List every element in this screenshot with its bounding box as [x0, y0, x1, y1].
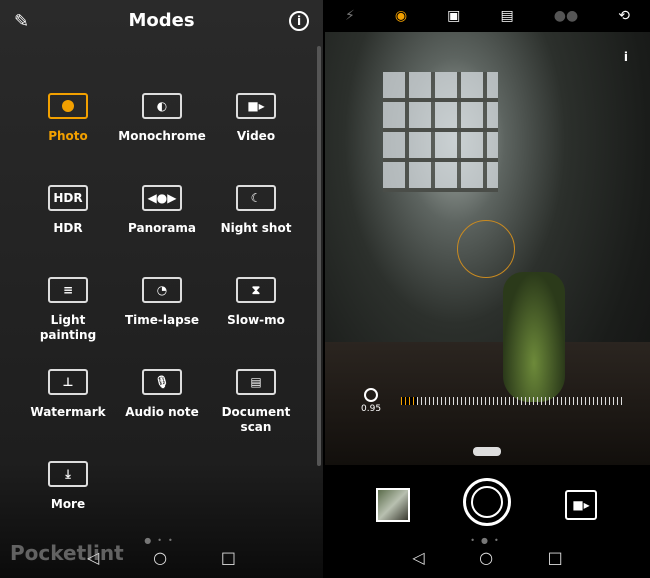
mode-label: More — [50, 497, 86, 511]
mode-label: Night shot — [220, 221, 292, 235]
photo-icon — [48, 93, 88, 119]
aperture-slider[interactable] — [401, 397, 623, 405]
mode-slow-mo[interactable]: ⧗ Slow-mo — [209, 277, 303, 328]
mode-audio-note[interactable]: 🎙 Audio note — [115, 369, 209, 420]
mode-label: Panorama — [128, 221, 196, 235]
mode-monochrome[interactable]: ◐ Monochrome — [115, 93, 209, 144]
mode-hdr[interactable]: HDR HDR — [21, 185, 115, 236]
aperture-indicator: 0.95 — [361, 388, 381, 414]
camera-view: ⚡ ◉ ▣ ▤ ●● ⟲ i 0.95 ■▸ •●• ◁ ○ □ — [325, 0, 650, 578]
shutter-button[interactable] — [463, 478, 511, 526]
recents-icon[interactable]: □ — [548, 548, 563, 567]
info-button[interactable]: i — [624, 50, 628, 64]
film-icon[interactable]: ▤ — [500, 8, 513, 24]
aperture-icon[interactable]: ◉ — [395, 8, 407, 24]
scrollbar[interactable] — [317, 46, 321, 466]
home-icon[interactable]: ○ — [479, 548, 493, 567]
mode-label: Time-lapse — [124, 313, 199, 327]
vase — [503, 272, 565, 402]
moon-icon: ☾ — [236, 185, 276, 211]
HDR: HDR — [48, 185, 88, 211]
light-trails-icon: ≡ — [48, 277, 88, 303]
mode-time-lapse[interactable]: ◔ Time-lapse — [115, 277, 209, 328]
document-icon: ▤ — [236, 369, 276, 395]
mode-label: Light painting — [39, 313, 97, 342]
mode-label: Video — [236, 129, 276, 143]
panorama-icon: ◀●▶ — [142, 185, 182, 211]
mode-more[interactable]: ⤓ More — [21, 461, 115, 512]
back-icon[interactable]: ◁ — [87, 548, 99, 567]
stamp-icon: ⊥ — [48, 369, 88, 395]
info-icon[interactable]: i — [289, 11, 309, 31]
video-icon: ■▸ — [236, 93, 276, 119]
modes-header: ✎ Modes i — [0, 0, 323, 44]
page-title: Modes — [128, 10, 195, 31]
mode-label: Photo — [48, 129, 88, 143]
flash-off-icon[interactable]: ⚡ — [345, 8, 355, 24]
mode-light-painting[interactable]: ≡ Light painting — [21, 277, 115, 343]
mode-label: Monochrome — [118, 129, 206, 143]
microphone-icon: 🎙 — [142, 369, 182, 395]
mode-watermark[interactable]: ⊥ Watermark — [21, 369, 115, 420]
focus-ring — [457, 220, 515, 278]
mode-label: Document scan — [221, 405, 291, 434]
download-icon: ⤓ — [48, 461, 88, 487]
mode-photo[interactable]: Photo — [21, 93, 115, 144]
mode-label: Audio note — [125, 405, 199, 419]
gallery-thumbnail[interactable] — [376, 488, 410, 522]
modes-drawer-handle[interactable] — [473, 447, 501, 456]
video-record-button[interactable]: ■▸ — [565, 490, 597, 520]
window-bars — [383, 72, 498, 192]
camera-toolbar: ⚡ ◉ ▣ ▤ ●● ⟲ — [325, 0, 650, 32]
mode-label: HDR — [53, 221, 83, 235]
timelapse-icon: ◔ — [142, 277, 182, 303]
back-icon[interactable]: ◁ — [412, 548, 424, 567]
monochrome-icon: ◐ — [142, 93, 182, 119]
dual-lens-icon[interactable]: ●● — [554, 8, 578, 24]
aperture-value: 0.95 — [361, 404, 382, 414]
portrait-icon[interactable]: ▣ — [447, 8, 460, 24]
home-icon[interactable]: ○ — [153, 548, 167, 567]
nav-bar: ◁ ○ □ — [325, 536, 650, 578]
aperture-slider-fill — [401, 397, 417, 405]
aperture-icon — [364, 388, 379, 402]
recents-icon[interactable]: □ — [221, 548, 236, 567]
mode-label: Watermark — [30, 405, 106, 419]
mode-video[interactable]: ■▸ Video — [209, 93, 303, 144]
mode-document-scan[interactable]: ▤ Document scan — [209, 369, 303, 435]
modes-panel: ✎ Modes i Photo ◐ Monochrome ■▸ Video HDR HDR ◀… — [0, 0, 323, 578]
switch-camera-icon[interactable]: ⟲ — [618, 8, 630, 24]
mode-label: Slow-mo — [227, 313, 285, 327]
nav-bar: ◁ ○ □ — [0, 536, 323, 578]
hourglass-icon: ⧗ — [236, 277, 276, 303]
video-icon: ■▸ — [572, 498, 590, 512]
mode-night-shot[interactable]: ☾ Night shot — [209, 185, 303, 236]
mode-panorama[interactable]: ◀●▶ Panorama — [115, 185, 209, 236]
